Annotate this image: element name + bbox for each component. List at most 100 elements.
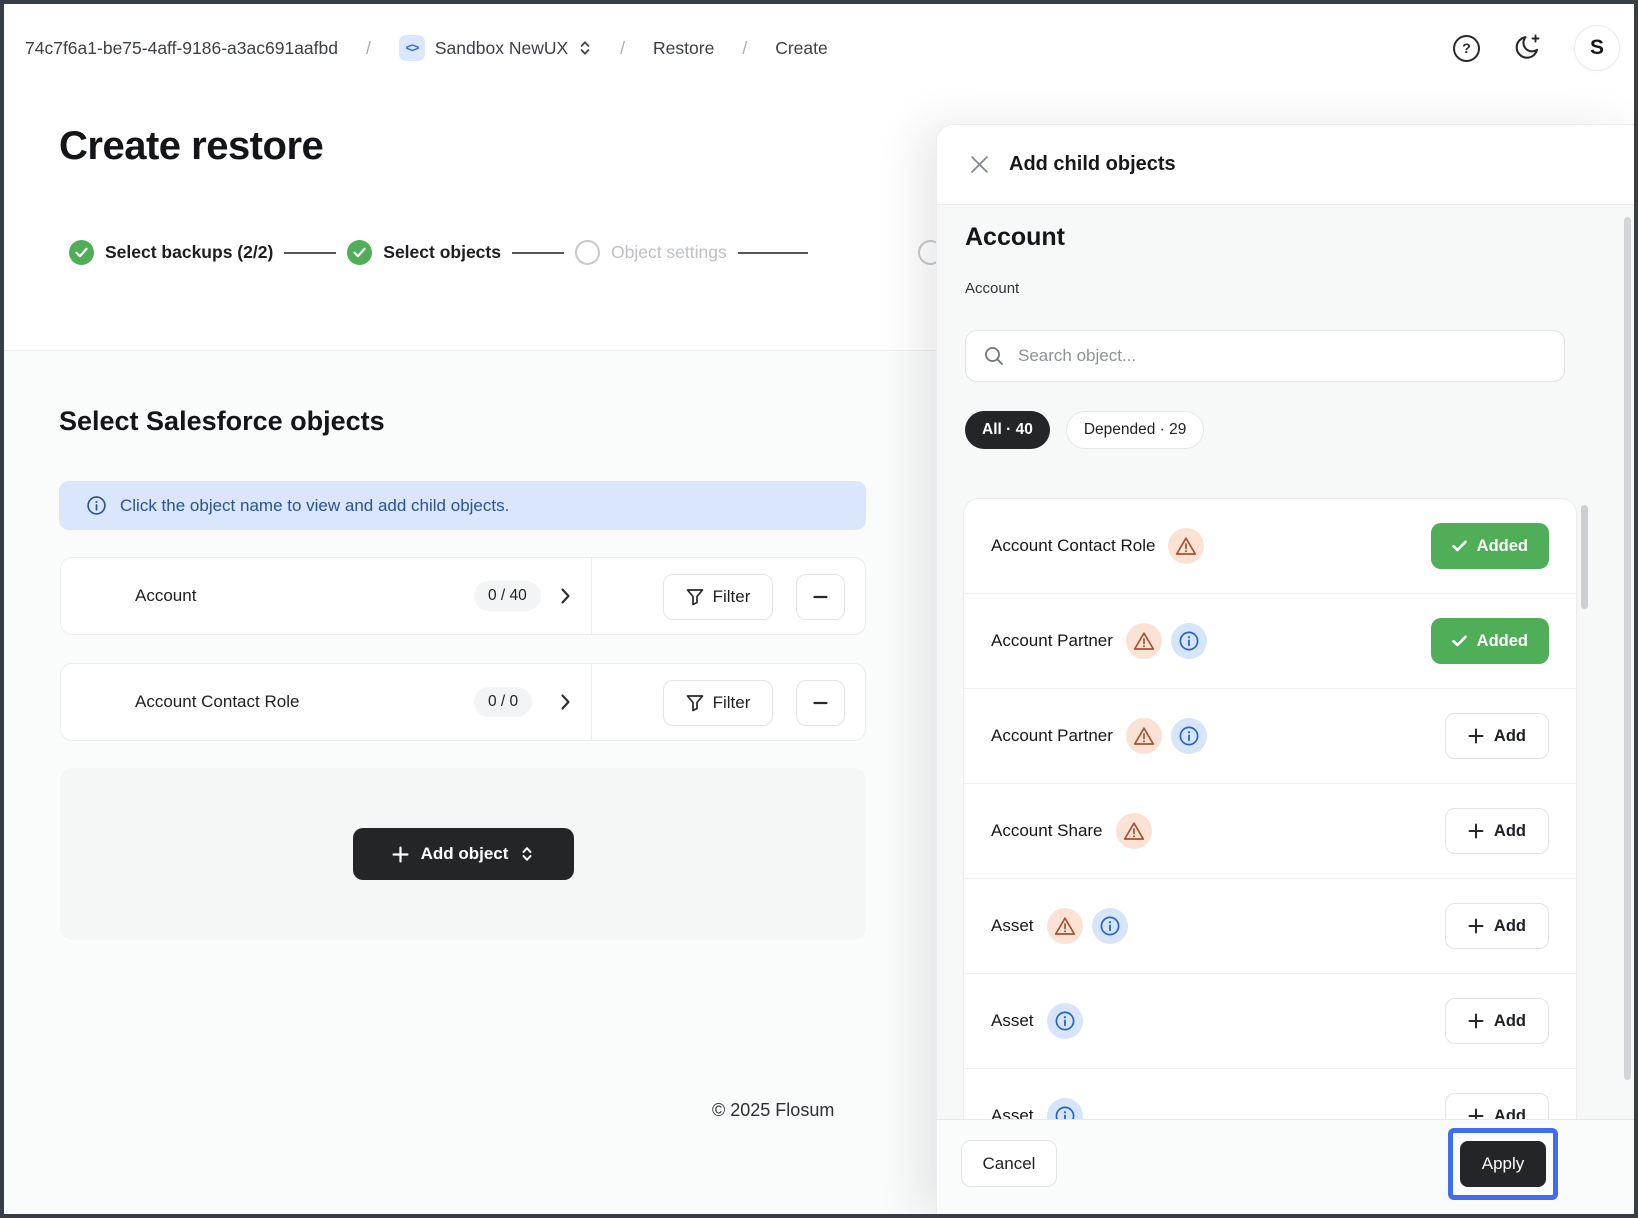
code-icon: <> <box>399 35 425 61</box>
tab-all[interactable]: All · 40 <box>965 411 1050 449</box>
child-object-row: Account Partner Added <box>964 594 1576 689</box>
drawer-scrollbar-thumb[interactable] <box>1624 217 1631 1080</box>
step-done-icon <box>69 240 94 265</box>
child-object-list: Account Contact Role Added Account Partn… <box>963 498 1577 1120</box>
info-icon <box>1092 908 1128 944</box>
row-divider <box>591 558 592 634</box>
add-button[interactable]: Add <box>1445 903 1549 949</box>
minus-icon <box>813 701 828 705</box>
chevron-right-icon[interactable] <box>561 588 570 604</box>
object-count-badge: 0 / 40 <box>474 581 541 611</box>
breadcrumb-restore[interactable]: Restore <box>653 38 714 59</box>
top-bar-actions: ? S <box>1453 25 1620 71</box>
warning-icon <box>1168 528 1204 564</box>
object-count-badge: 0 / 0 <box>474 687 532 717</box>
info-banner-text: Click the object name to view and add ch… <box>120 496 509 516</box>
filter-button-label: Filter <box>713 587 751 607</box>
added-button-label: Added <box>1477 632 1528 651</box>
child-object-row: Account Contact Role Added <box>964 499 1576 594</box>
app-window: 74c7f6a1-be75-4aff-9186-a3ac691aafbd / <… <box>0 0 1638 1218</box>
warning-icon <box>1047 908 1083 944</box>
drawer-object-api-name: Account <box>965 280 1019 297</box>
child-object-row: Asset Add <box>964 879 1576 974</box>
add-button[interactable]: Add <box>1445 998 1549 1044</box>
child-object-row: Asset Add <box>964 974 1576 1069</box>
added-button[interactable]: Added <box>1431 618 1549 664</box>
search-input[interactable] <box>1016 345 1536 367</box>
child-object-row: Account Share Add <box>964 784 1576 879</box>
add-object-button-label: Add object <box>421 844 509 864</box>
add-button-label: Add <box>1494 727 1526 746</box>
step-connector <box>284 252 336 254</box>
warning-icon <box>1116 813 1152 849</box>
add-button[interactable]: Add <box>1445 1093 1549 1120</box>
object-name[interactable]: Account <box>135 586 196 606</box>
drawer-header: Add child objects <box>937 125 1634 205</box>
breadcrumb-separator: / <box>620 38 625 59</box>
step-label-object-settings: Object settings <box>611 242 727 263</box>
add-button[interactable]: Add <box>1445 713 1549 759</box>
breadcrumb-separator: / <box>742 38 747 59</box>
child-object-icons <box>1168 528 1204 564</box>
breadcrumb: 74c7f6a1-be75-4aff-9186-a3ac691aafbd / <… <box>25 35 828 61</box>
apply-button[interactable]: Apply <box>1460 1141 1546 1187</box>
section-heading: Select Salesforce objects <box>59 406 385 437</box>
step-label-select-objects[interactable]: Select objects <box>383 242 501 263</box>
child-object-name: Account Share <box>991 821 1103 841</box>
help-icon[interactable]: ? <box>1453 35 1480 62</box>
cancel-button[interactable]: Cancel <box>961 1140 1057 1187</box>
stepper: Select backups (2/2) Select objects Obje… <box>69 240 808 265</box>
object-name[interactable]: Account Contact Role <box>135 692 299 712</box>
object-row-account[interactable]: Account 0 / 40 Filter <box>60 557 866 635</box>
add-button[interactable]: Add <box>1445 808 1549 854</box>
add-button-label: Add <box>1494 822 1526 841</box>
row-divider <box>591 664 592 740</box>
step-todo-icon <box>575 240 600 265</box>
check-icon <box>1452 635 1467 647</box>
plus-icon <box>1468 918 1484 934</box>
add-child-objects-drawer: Add child objects Account Account All · … <box>937 125 1634 1214</box>
plus-icon <box>1468 1013 1484 1029</box>
warning-icon <box>1126 718 1162 754</box>
child-object-name: Account Partner <box>991 726 1113 746</box>
add-object-button[interactable]: Add object <box>353 828 574 880</box>
object-row-account-contact-role[interactable]: Account Contact Role 0 / 0 Filter <box>60 663 866 741</box>
step-label-select-backups[interactable]: Select backups (2/2) <box>105 242 273 263</box>
child-object-row: Account Partner Add <box>964 689 1576 784</box>
filter-button-label: Filter <box>713 693 751 713</box>
step-connector <box>738 252 808 254</box>
close-icon[interactable] <box>970 155 989 174</box>
added-button[interactable]: Added <box>1431 523 1549 569</box>
remove-object-button[interactable] <box>796 574 845 620</box>
list-scrollbar-thumb[interactable] <box>1581 505 1588 609</box>
breadcrumb-separator: / <box>366 38 371 59</box>
chevron-right-icon[interactable] <box>561 694 570 710</box>
child-object-name: Asset <box>991 1011 1034 1031</box>
child-object-icons <box>1047 908 1128 944</box>
warning-icon <box>1126 623 1162 659</box>
remove-object-button[interactable] <box>796 680 845 726</box>
dark-mode-moon-icon[interactable] <box>1511 32 1543 64</box>
child-object-name: Account Partner <box>991 631 1113 651</box>
added-button-label: Added <box>1477 537 1528 556</box>
top-bar: 74c7f6a1-be75-4aff-9186-a3ac691aafbd / <… <box>0 0 1638 96</box>
child-object-name: Asset <box>991 916 1034 936</box>
child-object-icons <box>1116 813 1152 849</box>
filter-tabs: All · 40 Depended · 29 <box>965 411 1204 449</box>
add-button-label: Add <box>1494 1012 1526 1031</box>
breadcrumb-org[interactable]: <> Sandbox NewUX <box>399 35 592 61</box>
child-object-row: Asset Add <box>964 1069 1576 1120</box>
filter-button[interactable]: Filter <box>663 680 773 726</box>
child-object-name: Account Contact Role <box>991 536 1155 556</box>
avatar[interactable]: S <box>1574 25 1620 71</box>
breadcrumb-org-name: Sandbox NewUX <box>435 38 568 59</box>
sort-chevrons-icon[interactable] <box>578 38 592 58</box>
breadcrumb-backup-id[interactable]: 74c7f6a1-be75-4aff-9186-a3ac691aafbd <box>25 38 338 59</box>
info-icon <box>86 495 107 516</box>
drawer-footer: Cancel Apply <box>937 1119 1634 1214</box>
step-connector <box>512 252 564 254</box>
sort-chevrons-icon <box>520 844 534 864</box>
minus-icon <box>813 595 828 599</box>
tab-depended[interactable]: Depended · 29 <box>1066 411 1205 449</box>
filter-button[interactable]: Filter <box>663 574 773 620</box>
